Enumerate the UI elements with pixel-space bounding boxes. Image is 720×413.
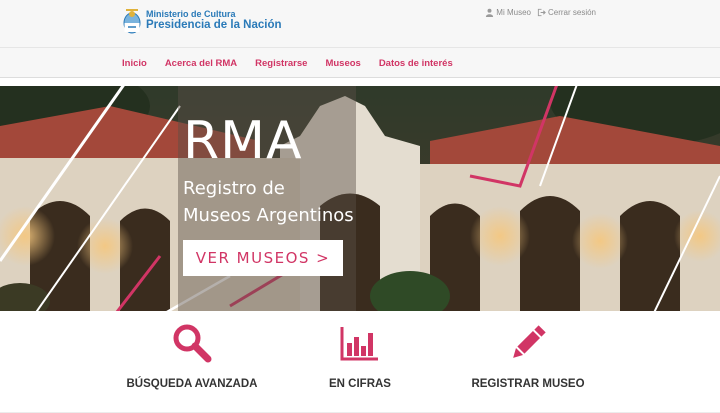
- feature-label-search: BÚSQUEDA AVANZADA: [126, 378, 258, 390]
- search-icon: [173, 324, 212, 363]
- feature-label-register: REGISTRAR MUSEO: [471, 378, 585, 390]
- site-header: Ministerio de Cultura Presidencia de la …: [0, 0, 720, 48]
- ministry-logo[interactable]: Ministerio de Cultura Presidencia de la …: [122, 7, 282, 35]
- bar-chart-icon: [340, 327, 378, 361]
- logout-link[interactable]: Cerrar sesión: [548, 8, 596, 17]
- hero-subtitle-line2: Museos Argentinos: [183, 205, 354, 226]
- hero-background-image: [0, 86, 720, 311]
- my-museum-link[interactable]: Mi Museo: [496, 8, 531, 17]
- main-navigation: Inicio Acerca del RMA Registrarse Museos…: [0, 48, 720, 78]
- feature-register-museum[interactable]: REGISTRAR MUSEO: [428, 321, 628, 390]
- logout-icon: [537, 8, 546, 17]
- view-museums-button[interactable]: VER MUSEOS >: [183, 240, 343, 276]
- nav-item-datos[interactable]: Datos de interés: [379, 58, 453, 69]
- nav-item-museos[interactable]: Museos: [325, 58, 360, 69]
- hero-subtitle-line1: Registro de: [183, 178, 285, 199]
- feature-links: BÚSQUEDA AVANZADA EN CIFRAS REGISTRAR MU…: [0, 311, 720, 413]
- nav-item-inicio[interactable]: Inicio: [122, 58, 147, 69]
- coat-of-arms-icon: [123, 9, 141, 34]
- account-links: Mi Museo Cerrar sesión: [485, 8, 602, 17]
- hero-title: RMA: [183, 111, 303, 171]
- hero-banner: [0, 86, 720, 311]
- nav-item-registrarse[interactable]: Registrarse: [255, 58, 307, 69]
- logo-presidency-name: Presidencia de la Nación: [146, 19, 282, 32]
- pencil-icon: [513, 325, 546, 358]
- feature-label-statistics: EN CIFRAS: [329, 378, 391, 390]
- logo-ministry-name: Ministerio de Cultura: [146, 9, 236, 20]
- user-icon: [486, 8, 494, 17]
- nav-item-acerca[interactable]: Acerca del RMA: [165, 58, 237, 69]
